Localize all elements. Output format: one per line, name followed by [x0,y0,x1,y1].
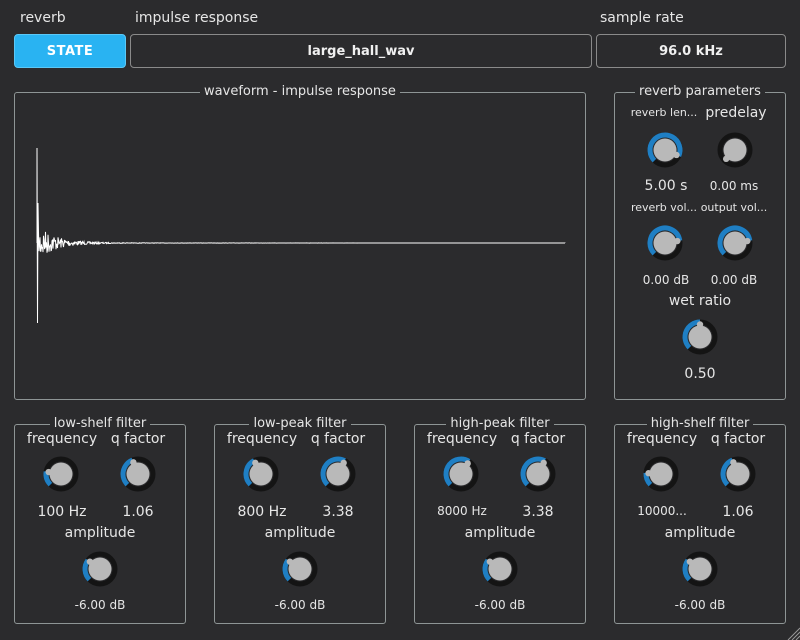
frequency-label: frequency [426,431,498,447]
frequency-value: 800 Hz [237,504,287,520]
filter-title: high-peak filter [446,416,554,431]
sample-rate-display[interactable]: 96.0 kHz [596,34,786,68]
filter-panel-0: low-shelf filter [14,416,186,624]
reverb-volume-knob[interactable] [645,223,685,263]
frequency-label: frequency [226,431,298,447]
output-volume-label: output vol... [700,201,768,214]
q-factor-knob[interactable] [318,454,358,494]
frequency-knob[interactable] [441,454,481,494]
filter-panel-3: high-shelf filter [614,416,786,624]
amplitude-label: amplitude [64,525,136,541]
reverb-label: reverb [20,10,66,26]
frequency-knob[interactable] [641,454,681,494]
reverb-parameters-title: reverb parameters [635,84,765,99]
filter-title: low-shelf filter [49,416,151,431]
amplitude-value: -6.00 dB [74,598,126,612]
impulse-response-label: impulse response [135,10,259,26]
frequency-value: 100 Hz [37,504,87,520]
filter-panel-1: low-peak filter [214,416,386,624]
amplitude-knob[interactable] [80,549,120,589]
frequency-value: 10000... [637,504,687,518]
amplitude-label: amplitude [464,525,536,541]
wet-ratio-value: 0.50 [684,366,716,382]
amplitude-knob[interactable] [480,549,520,589]
wet-ratio-label: wet ratio [668,293,732,309]
impulse-response-selector[interactable]: large_hall_wav [130,34,592,68]
q-factor-knob[interactable] [718,454,758,494]
resize-grip-icon[interactable] [786,626,800,640]
q-factor-value: 1.06 [722,504,754,520]
sample-rate-label: sample rate [600,10,684,26]
predelay-knob[interactable] [715,130,755,170]
q-factor-value: 3.38 [522,504,554,520]
q-factor-value: 3.38 [322,504,354,520]
amplitude-value: -6.00 dB [674,598,726,612]
frequency-knob[interactable] [241,454,281,494]
q-factor-label: q factor [310,431,366,447]
q-factor-value: 1.06 [122,504,154,520]
amplitude-value: -6.00 dB [474,598,526,612]
frequency-knob[interactable] [41,454,81,494]
amplitude-value: -6.00 dB [274,598,326,612]
q-factor-label: q factor [110,431,166,447]
q-factor-knob[interactable] [518,454,558,494]
amplitude-label: amplitude [264,525,336,541]
state-button[interactable]: STATE [14,34,126,68]
q-factor-label: q factor [710,431,766,447]
amplitude-knob[interactable] [280,549,320,589]
frequency-value: 8000 Hz [437,504,487,518]
frequency-label: frequency [626,431,698,447]
predelay-label: predelay [705,105,767,121]
filter-title: high-shelf filter [646,416,754,431]
waveform-display [36,148,566,323]
amplitude-label: amplitude [664,525,736,541]
wet-ratio-knob[interactable] [680,317,720,357]
output-volume-knob[interactable] [715,223,755,263]
filter-title: low-peak filter [249,416,351,431]
predelay-value: 0.00 ms [709,179,759,193]
output-volume-value: 0.00 dB [710,273,758,287]
reverb-length-knob[interactable] [645,130,685,170]
amplitude-knob[interactable] [680,549,720,589]
waveform-panel: waveform - impulse response [14,84,586,400]
q-factor-knob[interactable] [118,454,158,494]
q-factor-label: q factor [510,431,566,447]
filter-panel-2: high-peak filter [414,416,586,624]
waveform-trace [36,148,566,323]
frequency-label: frequency [26,431,98,447]
